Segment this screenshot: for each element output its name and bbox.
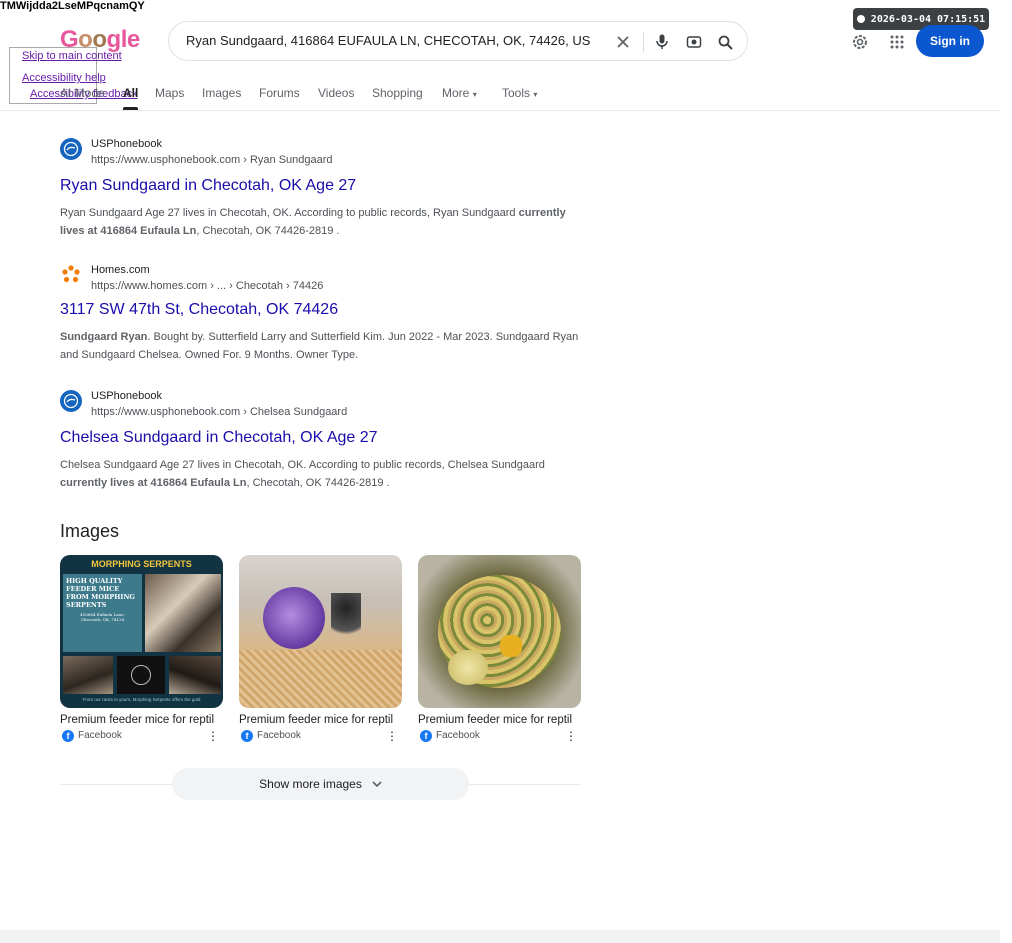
tab-all[interactable]: All (123, 86, 139, 110)
image-card[interactable]: Premium feeder mice for reptil f Faceboo… (418, 555, 581, 744)
overlay-garbled-text: TMWijdda2LseMPqcnamQY (0, 0, 145, 12)
sign-in-button[interactable]: Sign in (916, 25, 984, 57)
microphone-icon[interactable] (652, 32, 672, 52)
exercise-wheel-photo (263, 587, 325, 649)
clear-icon[interactable] (613, 32, 633, 52)
tab-forums[interactable]: Forums (259, 86, 300, 100)
show-more-images-button[interactable]: Show more images (172, 768, 469, 800)
image-card[interactable]: Premium feeder mice for reptil f Faceboo… (239, 555, 402, 744)
footer-bar (0, 930, 1000, 943)
mouse-photo (145, 574, 221, 652)
apps-grid-icon[interactable] (886, 31, 908, 53)
chevron-down-icon: ▾ (472, 90, 477, 99)
tab-images[interactable]: Images (202, 86, 241, 100)
result-snippet: Sundgaard Ryan. Bought by. Sutterfield L… (60, 328, 585, 364)
usphonebook-favicon-icon (60, 138, 82, 160)
millet-spray-photo (448, 650, 488, 685)
result-source-name: USPhonebook (91, 390, 162, 402)
facebook-icon: f (420, 730, 432, 742)
tabs-divider (0, 110, 1000, 111)
google-logo[interactable]: Google (60, 26, 140, 54)
search-input[interactable]: Ryan Sundgaard, 416864 EUFAULA LN, CHECO… (186, 33, 590, 48)
mice-photo (169, 656, 221, 694)
more-options-icon[interactable]: ⋮ (386, 729, 398, 743)
image-caption[interactable]: Premium feeder mice for reptil (418, 714, 581, 726)
flyer-address: 416864 Eufaula Lane, Checotah, OK, 74126 (80, 612, 125, 622)
chevron-down-icon: ▾ (533, 90, 538, 99)
bedding-photo (239, 650, 402, 708)
image-source: f Facebook ⋮ (239, 729, 402, 744)
snippet-tail: , Checotah, OK 74426-2819 . (246, 477, 390, 489)
homes-favicon-icon (60, 264, 82, 286)
tab-tools-label: Tools (502, 86, 531, 100)
tab-maps[interactable]: Maps (155, 86, 184, 100)
image-source-name: Facebook (436, 730, 480, 741)
result-title-link[interactable]: 3117 SW 47th St, Checotah, OK 74426 (60, 301, 338, 319)
search-divider (643, 32, 644, 52)
tab-videos[interactable]: Videos (318, 86, 354, 100)
result-title-link[interactable]: Chelsea Sundgaard in Checotah, OK Age 27 (60, 429, 378, 447)
timestamp-text: 2026-03-04 07:15:51 (870, 13, 986, 25)
mice-photo (63, 656, 113, 694)
snippet-text: Ryan Sundgaard Age 27 lives in Checotah,… (60, 207, 519, 219)
result-url[interactable]: https://www.homes.com › ... › Checotah ›… (91, 280, 323, 292)
logo-letter: g (106, 26, 122, 53)
image-thumbnail[interactable] (239, 555, 402, 708)
logo-letter: e (126, 26, 140, 53)
tab-tools[interactable]: Tools ▾ (502, 86, 537, 100)
image-thumbnail[interactable]: MORPHING SERPENTS HIGH QUALITY FEEDER MI… (60, 555, 223, 708)
flyer-heading: HIGH QUALITY FEEDER MICE FROM MORPHING S… (66, 577, 135, 609)
result-source-name: Homes.com (91, 264, 150, 276)
result-url[interactable]: https://www.usphonebook.com › Ryan Sundg… (91, 154, 333, 166)
logo-letter: o (92, 26, 107, 53)
search-box[interactable]: Ryan Sundgaard, 416864 EUFAULA LN, CHECO… (168, 21, 748, 61)
snippet-bold: Sundgaard Ryan (60, 331, 148, 343)
more-options-icon[interactable]: ⋮ (207, 729, 219, 743)
image-source: f Facebook ⋮ (60, 729, 223, 744)
accessibility-help-link[interactable]: Accessibility help (22, 72, 106, 84)
flyer-banner: MORPHING SERPENTS (91, 559, 192, 569)
image-caption[interactable]: Premium feeder mice for reptil (239, 714, 402, 726)
result-snippet: Ryan Sundgaard Age 27 lives in Checotah,… (60, 204, 585, 240)
flyer-text-panel: HIGH QUALITY FEEDER MICE FROM MORPHING S… (63, 574, 142, 652)
result-url[interactable]: https://www.usphonebook.com › Chelsea Su… (91, 406, 347, 418)
flyer-footer: From our racks to yours, Morphing Serpen… (82, 697, 201, 702)
search-tabs: AI Mode All Maps Images Forums Videos Sh… (0, 86, 1000, 110)
tab-shopping[interactable]: Shopping (372, 86, 423, 100)
search-icon[interactable] (715, 32, 735, 52)
snippet-bold: currently lives at 416864 Eufaula Ln (60, 477, 247, 489)
chevron-down-icon (372, 777, 382, 791)
usphonebook-favicon-icon (60, 390, 82, 412)
facebook-icon: f (62, 730, 74, 742)
more-options-icon[interactable]: ⋮ (565, 729, 577, 743)
tab-more[interactable]: More ▾ (442, 86, 477, 100)
images-heading: Images (60, 521, 120, 541)
tab-ai-mode[interactable]: AI Mode (60, 86, 105, 100)
image-source-name: Facebook (257, 730, 301, 741)
snippet-text: Chelsea Sundgaard Age 27 lives in Checot… (60, 459, 545, 471)
lens-camera-icon[interactable] (684, 32, 704, 52)
corn-photo (500, 635, 522, 657)
image-source-name: Facebook (78, 730, 122, 741)
result-title-link[interactable]: Ryan Sundgaard in Checotah, OK Age 27 (60, 177, 356, 195)
mice-photo (331, 593, 361, 643)
serpent-logo-icon (131, 665, 151, 685)
logo-panel (117, 656, 165, 694)
snippet-tail: , Checotah, OK 74426-2819 . (196, 225, 340, 237)
settings-gear-icon[interactable] (849, 31, 871, 53)
logo-letter: G (60, 26, 79, 53)
show-more-label: Show more images (259, 777, 362, 791)
facebook-icon: f (241, 730, 253, 742)
image-caption[interactable]: Premium feeder mice for reptil (60, 714, 223, 726)
result-source-name: USPhonebook (91, 138, 162, 150)
image-thumbnail[interactable] (418, 555, 581, 708)
image-card[interactable]: MORPHING SERPENTS HIGH QUALITY FEEDER MI… (60, 555, 223, 744)
clock-icon (856, 15, 865, 23)
tab-more-label: More (442, 86, 470, 100)
image-source: f Facebook ⋮ (418, 729, 581, 744)
result-snippet: Chelsea Sundgaard Age 27 lives in Checot… (60, 456, 585, 492)
logo-letter: o (78, 26, 93, 53)
